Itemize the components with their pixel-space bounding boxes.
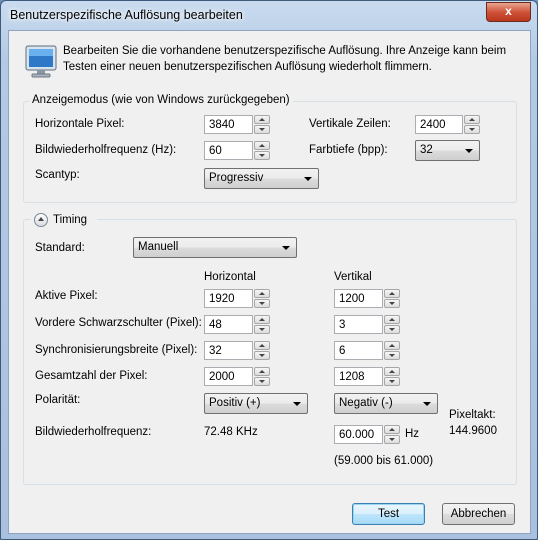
pixel-clock-label: Pixeltakt: (449, 409, 496, 421)
title-bar[interactable]: Benutzerspezifische Auflösung bearbeiten… (1, 1, 537, 31)
active-pixels-label: Aktive Pixel: (35, 290, 98, 302)
horizontal-frequency-value: 72.48 KHz (204, 426, 258, 438)
scan-type-label: Scantyp: (35, 169, 80, 181)
chevron-down-icon (293, 402, 301, 406)
chevron-down-icon (304, 177, 312, 181)
monitor-icon (25, 45, 57, 78)
refresh-rate-label: Bildwiederholfrequenz (Hz): (35, 144, 177, 156)
info-text-line-1: Bearbeiten Sie die vorhandene benutzersp… (63, 45, 507, 57)
polarity-vertical-select[interactable]: Negativ (-) (334, 393, 438, 414)
chevron-down-icon (465, 149, 473, 153)
info-text-line-2: Testen einer neuen benutzerspezifischen … (63, 61, 432, 73)
standard-select[interactable]: Manuell (133, 237, 297, 258)
window-title: Benutzerspezifische Auflösung bearbeiten (10, 8, 243, 22)
chevron-down-icon (423, 402, 431, 406)
horizontal-pixels-input[interactable]: 3840 (204, 115, 253, 134)
display-mode-group-title: Anzeigemodus (wie von Windows zurückgege… (29, 94, 293, 106)
refresh-range-text: (59.000 bis 61.000) (334, 455, 434, 467)
collapse-icon[interactable] (34, 213, 48, 227)
chevron-down-icon (282, 246, 290, 250)
color-depth-label: Farbtiefe (bpp): (309, 144, 388, 156)
front-porch-label: Vordere Schwarzschulter (Pixel): (35, 317, 202, 329)
polarity-horizontal-select[interactable]: Positiv (+) (204, 393, 308, 414)
total-pixels-horizontal-input[interactable]: 2000 (204, 367, 253, 386)
cancel-button[interactable]: Abbrechen (442, 503, 515, 525)
refresh-rate-input[interactable]: 60 (204, 141, 253, 160)
polarity-horizontal-value: Positiv (+) (209, 397, 261, 409)
refresh-rate-hz-spinner[interactable] (384, 425, 400, 444)
active-pixels-vertical-input[interactable]: 1200 (334, 289, 383, 308)
standard-label: Standard: (35, 242, 85, 254)
color-depth-select[interactable]: 32 (415, 140, 480, 161)
horizontal-pixels-label: Horizontale Pixel: (35, 118, 125, 130)
color-depth-value: 32 (420, 144, 433, 156)
total-pixels-vertical-spinner[interactable] (384, 367, 400, 386)
pixel-clock-value: 144.9600 (449, 425, 497, 437)
refresh-rate-spinner[interactable] (254, 141, 270, 160)
timing-refresh-label: Bildwiederholfrequenz: (35, 426, 152, 438)
scan-type-value: Progressiv (209, 172, 264, 184)
front-porch-vertical-input[interactable]: 3 (334, 315, 383, 334)
sync-width-label: Synchronisierungsbreite (Pixel): (35, 344, 198, 356)
vertical-lines-label: Vertikale Zeilen: (309, 118, 391, 130)
active-pixels-vertical-spinner[interactable] (384, 289, 400, 308)
vertical-lines-input[interactable]: 2400 (415, 115, 463, 134)
sync-width-vertical-input[interactable]: 6 (334, 341, 383, 360)
test-button[interactable]: Test (352, 503, 425, 525)
dialog-window: Benutzerspezifische Auflösung bearbeiten… (0, 0, 538, 540)
scan-type-select[interactable]: Progressiv (204, 168, 319, 189)
total-pixels-horizontal-spinner[interactable] (254, 367, 270, 386)
refresh-rate-hz-input[interactable]: 60.000 (334, 425, 383, 444)
hz-unit-label: Hz (405, 428, 420, 440)
column-header-vertical: Vertikal (334, 271, 372, 283)
front-porch-horizontal-input[interactable]: 48 (204, 315, 253, 334)
active-pixels-horizontal-input[interactable]: 1920 (204, 289, 253, 308)
front-porch-horizontal-spinner[interactable] (254, 315, 270, 334)
sync-width-vertical-spinner[interactable] (384, 341, 400, 360)
horizontal-pixels-spinner[interactable] (254, 115, 270, 134)
sync-width-horizontal-input[interactable]: 32 (204, 341, 253, 360)
active-pixels-horizontal-spinner[interactable] (254, 289, 270, 308)
sync-width-horizontal-spinner[interactable] (254, 341, 270, 360)
front-porch-vertical-spinner[interactable] (384, 315, 400, 334)
polarity-label: Polarität: (35, 394, 81, 406)
polarity-vertical-value: Negativ (-) (339, 397, 393, 409)
total-pixels-vertical-input[interactable]: 1208 (334, 367, 383, 386)
standard-value: Manuell (138, 241, 179, 253)
dialog-body: Bearbeiten Sie die vorhandene benutzersp… (8, 30, 531, 534)
column-header-horizontal: Horizontal (204, 271, 256, 283)
total-pixels-label: Gesamtzahl der Pixel: (35, 370, 148, 382)
close-button[interactable]: x (486, 2, 531, 22)
vertical-lines-spinner[interactable] (464, 115, 480, 134)
timing-group-title: Timing (53, 214, 88, 226)
